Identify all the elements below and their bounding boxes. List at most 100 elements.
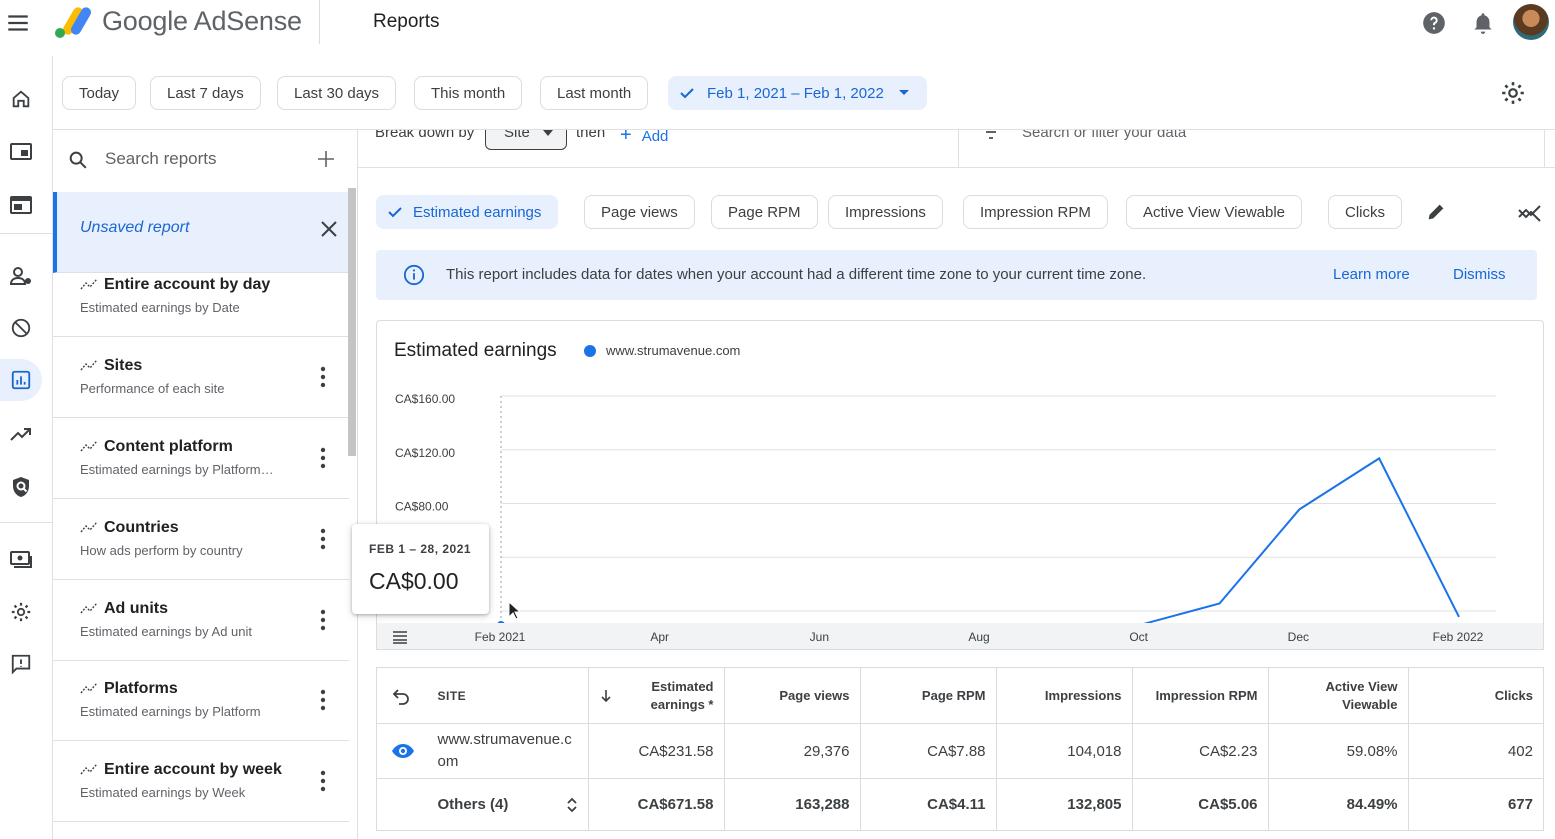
report-title: Entire account by week xyxy=(104,761,282,778)
payments-icon[interactable] xyxy=(0,538,42,580)
col-active-view-viewable[interactable]: Active View Viewable xyxy=(1268,667,1409,724)
more-vert-icon[interactable] xyxy=(319,446,327,470)
sidebar-scrollbar[interactable] xyxy=(348,188,356,456)
x-tick-label: Apr xyxy=(650,630,669,644)
report-item[interactable]: Ad units Estimated earnings by Ad unit xyxy=(53,580,349,661)
edit-icon[interactable] xyxy=(1425,201,1447,223)
report-title: Sites xyxy=(104,357,143,374)
dropdown-arrow-icon xyxy=(543,130,553,136)
metric-chip-estimated-earnings[interactable]: Estimated earnings xyxy=(376,195,559,229)
visibility-cell xyxy=(376,723,428,779)
cell-earnings: CA$671.58 xyxy=(588,778,725,831)
cell-clicks: 402 xyxy=(1408,723,1544,779)
check-icon xyxy=(388,207,402,218)
report-subtitle: Estimated earnings by Ad unit xyxy=(80,624,252,639)
ads-icon[interactable] xyxy=(0,131,42,173)
col-page-rpm[interactable]: Page RPM xyxy=(860,667,997,724)
x-tick-label: Dec xyxy=(1288,630,1309,644)
blocking-controls-icon[interactable] xyxy=(0,307,42,349)
empty-cell xyxy=(376,778,428,831)
learn-more-link[interactable]: Learn more xyxy=(1333,266,1410,283)
date-chip-last-30-days[interactable]: Last 30 days xyxy=(277,76,397,110)
earnings-chart: Estimated earnings www.strumavenue.com C… xyxy=(376,320,1544,650)
date-chip-last-month[interactable]: Last month xyxy=(540,76,649,110)
reports-icon[interactable] xyxy=(0,359,42,401)
metric-chip-impression-rpm[interactable]: Impression RPM xyxy=(963,195,1108,229)
date-chip-this-month[interactable]: This month xyxy=(414,76,523,110)
privacy-messaging-icon[interactable] xyxy=(0,255,42,297)
col-impressions[interactable]: Impressions xyxy=(996,667,1133,724)
metric-chip-label: Estimated earnings xyxy=(413,203,542,221)
report-subtitle: Estimated earnings by Date xyxy=(80,300,240,315)
optimization-icon[interactable] xyxy=(0,413,42,455)
more-vert-icon[interactable] xyxy=(319,365,327,389)
filter-input[interactable]: Search or filter your data xyxy=(1022,130,1186,141)
policy-center-icon[interactable] xyxy=(0,466,42,508)
report-title: Platforms xyxy=(104,680,178,697)
chart-plot[interactable]: CA$160.00 CA$120.00 CA$80.00 xyxy=(377,321,1545,651)
search-input[interactable]: Search reports xyxy=(105,149,217,169)
date-chip-last-7-days[interactable]: Last 7 days xyxy=(150,76,261,110)
settings-icon[interactable] xyxy=(0,591,42,633)
mouse-pointer-icon xyxy=(508,601,522,620)
breakdown-label: Break down by xyxy=(375,130,475,141)
close-icon[interactable] xyxy=(319,219,339,239)
col-impression-rpm[interactable]: Impression RPM xyxy=(1132,667,1269,724)
y-tick-label: CA$160.00 xyxy=(395,392,455,406)
sparkline-icon xyxy=(80,359,98,371)
col-label: Active View Viewable xyxy=(1325,678,1398,712)
report-item[interactable]: Sites Performance of each site xyxy=(53,337,349,418)
metric-chip-active-view-viewable[interactable]: Active View Viewable xyxy=(1126,195,1303,229)
home-icon[interactable] xyxy=(0,78,42,120)
date-range-label: Feb 1, 2021 – Feb 1, 2022 xyxy=(707,84,884,102)
expand-icon[interactable] xyxy=(566,796,578,814)
sparkline-icon xyxy=(80,602,98,614)
x-tick-label: Oct xyxy=(1129,630,1148,644)
date-chip-today[interactable]: Today xyxy=(62,76,137,110)
dismiss-button[interactable]: Dismiss xyxy=(1453,266,1506,283)
report-item[interactable]: Countries How ads perform by country xyxy=(53,499,349,580)
compare-trend-icon[interactable] xyxy=(1517,202,1543,222)
report-item[interactable]: Entire account by day Estimated earnings… xyxy=(53,256,349,337)
metric-chip-page-rpm[interactable]: Page RPM xyxy=(711,195,818,229)
col-page-views[interactable]: Page views xyxy=(724,667,861,724)
col-clicks[interactable]: Clicks xyxy=(1408,667,1544,724)
add-report-icon[interactable] xyxy=(315,148,337,170)
visibility-icon[interactable] xyxy=(391,743,415,759)
more-vert-icon[interactable] xyxy=(319,769,327,793)
menu-icon[interactable] xyxy=(5,10,31,36)
breakdown-select[interactable]: Site xyxy=(485,130,567,150)
avatar[interactable] xyxy=(1513,4,1549,40)
add-breakdown-button[interactable]: + Add xyxy=(620,130,668,147)
report-item[interactable]: Entire account by week Estimated earning… xyxy=(53,741,349,822)
col-estimated-earnings[interactable]: Estimated earnings * xyxy=(588,667,725,724)
table-row[interactable]: Others (4) CA$671.58 163,288 CA$4.11 132… xyxy=(376,778,1544,831)
sparkline-icon xyxy=(80,278,98,290)
more-vert-icon[interactable] xyxy=(319,527,327,551)
search-reports[interactable]: Search reports xyxy=(53,130,357,188)
sites-icon[interactable] xyxy=(0,184,42,226)
notifications-icon[interactable] xyxy=(1470,10,1496,36)
x-tick-label: Jun xyxy=(810,630,829,644)
x-tick-label: Feb 2022 xyxy=(1433,630,1484,644)
report-item[interactable]: Platforms Estimated earnings by Platform xyxy=(53,660,349,741)
table-row[interactable]: www.strumavenue.com CA$231.58 29,376 CA$… xyxy=(376,723,1544,779)
metric-chip-impressions[interactable]: Impressions xyxy=(828,195,943,229)
report-title: Countries xyxy=(104,519,179,536)
metric-chip-clicks[interactable]: Clicks xyxy=(1328,195,1402,229)
col-site[interactable]: SITE xyxy=(427,667,589,724)
more-vert-icon[interactable] xyxy=(319,688,327,712)
feedback-icon[interactable] xyxy=(0,643,42,685)
cell-clicks: 677 xyxy=(1408,778,1544,831)
date-range-picker[interactable]: Feb 1, 2021 – Feb 1, 2022 xyxy=(668,76,927,110)
cell-impressions: 104,018 xyxy=(996,723,1133,779)
metric-chip-page-views[interactable]: Page views xyxy=(584,195,695,229)
undo-icon[interactable] xyxy=(391,687,411,705)
topbar-divider xyxy=(319,0,320,44)
report-item[interactable]: Content platform Estimated earnings by P… xyxy=(53,418,349,499)
more-vert-icon[interactable] xyxy=(319,608,327,632)
cell-page-rpm: CA$7.88 xyxy=(860,723,997,779)
help-icon[interactable] xyxy=(1421,10,1447,36)
breakdown-value: Site xyxy=(504,130,530,141)
report-settings-icon[interactable] xyxy=(1500,80,1526,106)
